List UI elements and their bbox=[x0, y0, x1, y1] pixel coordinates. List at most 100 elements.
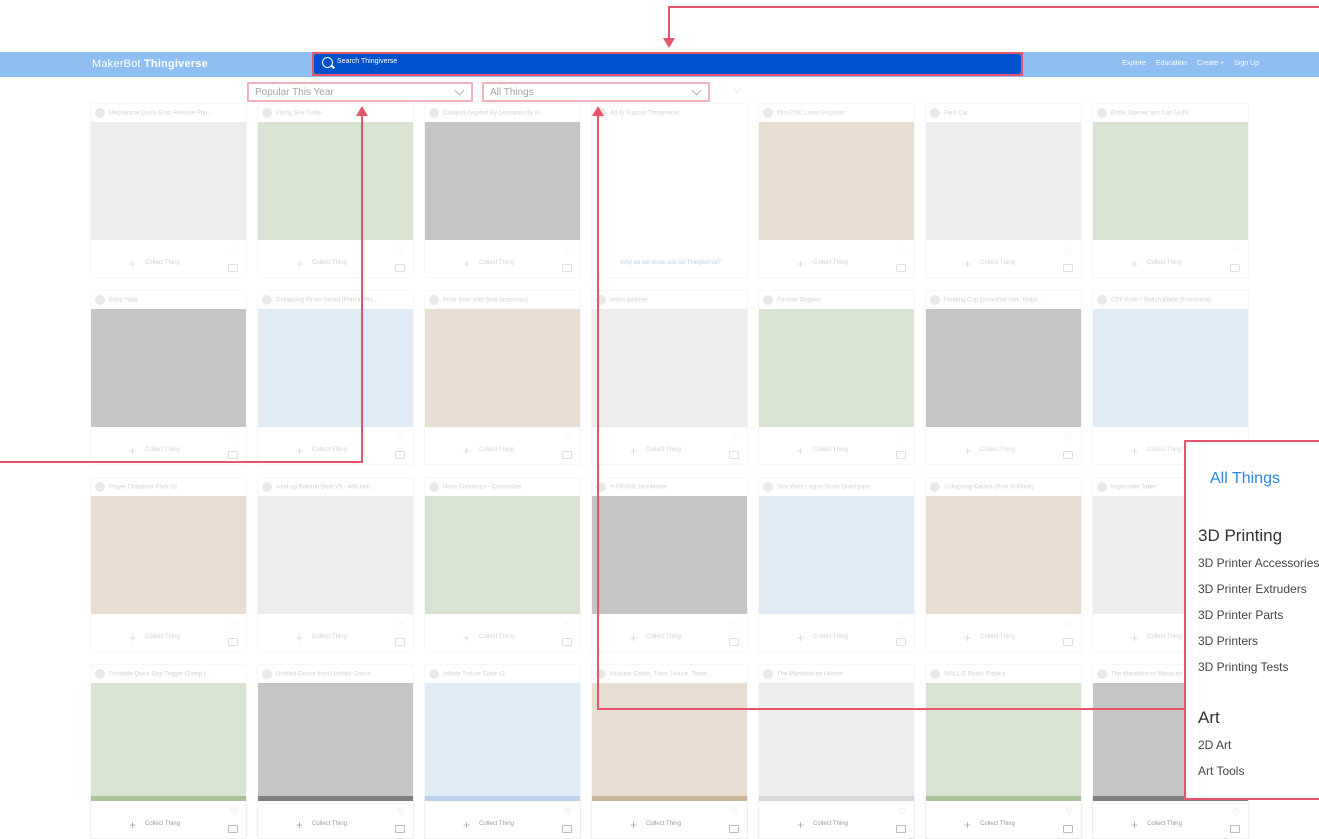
thing-thumbnail[interactable] bbox=[926, 309, 1081, 427]
card-header[interactable]: WALL-E Robot Replica bbox=[930, 669, 1077, 681]
card-header[interactable]: Catapult Inspired By Leonardo da Vi... bbox=[429, 108, 576, 120]
plus-icon[interactable]: + bbox=[1131, 257, 1138, 271]
plus-icon[interactable]: + bbox=[964, 631, 971, 645]
plus-icon[interactable]: + bbox=[797, 257, 804, 271]
thing-card[interactable]: Untitled Goose from Untitled Goose... + Co… bbox=[257, 664, 414, 839]
heart-icon[interactable]: ♡ bbox=[731, 433, 739, 444]
heart-icon[interactable]: ♡ bbox=[230, 246, 238, 257]
avatar[interactable] bbox=[429, 482, 439, 492]
thing-card[interactable]: Infinite Torture Cube v2 + Collect Thing ♡ bbox=[424, 664, 581, 839]
heart-icon[interactable]: ♡ bbox=[1232, 807, 1240, 818]
site-logo[interactable]: MakerBot Thingiverse bbox=[92, 58, 208, 70]
card-title[interactable]: Impossible Table bbox=[1111, 485, 1156, 491]
card-title[interactable]: OTF Knife / Switch Blade (Functional) bbox=[1111, 298, 1211, 304]
card-header[interactable]: Collapsing Pirate Sword (Print in Pla... bbox=[262, 295, 409, 307]
collect-button[interactable]: Collect Thing bbox=[1147, 447, 1182, 453]
avatar[interactable] bbox=[930, 108, 940, 118]
sort-dropdown[interactable]: Popular This Year bbox=[247, 82, 473, 102]
collect-button[interactable]: Collect Thing bbox=[813, 634, 848, 640]
comment-icon[interactable] bbox=[228, 451, 238, 459]
plus-icon[interactable]: + bbox=[129, 631, 136, 645]
comment-icon[interactable] bbox=[395, 825, 405, 833]
card-title[interactable]: Player Character Pack 02 bbox=[109, 485, 177, 491]
comment-icon[interactable] bbox=[562, 264, 572, 272]
plus-icon[interactable]: + bbox=[463, 444, 470, 458]
thing-card[interactable]: Collapsing Katana (Print in Place) + Colle… bbox=[925, 477, 1082, 652]
comment-icon[interactable] bbox=[729, 825, 739, 833]
heart-icon[interactable]: ♡ bbox=[564, 807, 572, 818]
menu-section-art[interactable]: Art bbox=[1198, 708, 1220, 728]
menu-section-3d-printing[interactable]: 3D Printing bbox=[1198, 526, 1282, 546]
card-header[interactable]: Star Wars Legion Scale Droid pack bbox=[763, 482, 910, 494]
thing-thumbnail[interactable] bbox=[926, 122, 1081, 240]
plus-icon[interactable]: + bbox=[296, 444, 303, 458]
collect-button[interactable]: Collect Thing bbox=[980, 447, 1015, 453]
thing-card[interactable]: Mini CNC Laser Engraver + Collect Thing ♡ bbox=[758, 103, 915, 278]
card-header[interactable]: Modular Castle, Town, House, Tower... bbox=[596, 669, 743, 681]
collect-button[interactable]: Collect Thing bbox=[813, 821, 848, 827]
heart-icon[interactable]: ♡ bbox=[1065, 620, 1073, 631]
card-title[interactable]: The Mandalorian Helmet bbox=[777, 672, 843, 678]
avatar[interactable] bbox=[429, 295, 439, 305]
thing-thumbnail[interactable] bbox=[926, 496, 1081, 614]
avatar[interactable] bbox=[95, 482, 105, 492]
card-header[interactable]: Flying Sea Turtle bbox=[262, 108, 409, 120]
thing-thumbnail[interactable] bbox=[91, 122, 246, 240]
comment-icon[interactable] bbox=[1230, 264, 1240, 272]
thing-thumbnail[interactable] bbox=[592, 309, 747, 427]
thing-thumbnail[interactable] bbox=[759, 683, 914, 801]
chevron-down-icon[interactable] bbox=[732, 84, 742, 94]
card-title[interactable]: Printable Quick Grip Trigger Clamp (... bbox=[109, 672, 211, 678]
collect-button[interactable]: Collect Thing bbox=[479, 821, 514, 827]
card-title[interactable]: Flexi Cat bbox=[944, 111, 968, 117]
thing-card[interactable]: Baby Yoda + Collect Thing ♡ bbox=[90, 290, 247, 465]
thing-card[interactable]: Printable Quick Grip Trigger Clamp (... +… bbox=[90, 664, 247, 839]
heart-icon[interactable]: ♡ bbox=[397, 807, 405, 818]
thing-thumbnail[interactable] bbox=[91, 496, 246, 614]
heart-icon[interactable]: ♡ bbox=[1065, 807, 1073, 818]
comment-icon[interactable] bbox=[1063, 825, 1073, 833]
avatar[interactable] bbox=[95, 669, 105, 679]
heart-icon[interactable]: ♡ bbox=[731, 807, 739, 818]
card-title[interactable]: Mechanical Quick Grab Release Pho... bbox=[109, 111, 212, 117]
comment-icon[interactable] bbox=[228, 264, 238, 272]
heart-icon[interactable]: ♡ bbox=[230, 433, 238, 444]
card-header[interactable]: Collapsing Katana (Print in Place) bbox=[930, 482, 1077, 494]
comment-icon[interactable] bbox=[562, 638, 572, 646]
comment-icon[interactable] bbox=[896, 825, 906, 833]
avatar[interactable] bbox=[262, 295, 272, 305]
avatar[interactable] bbox=[1097, 108, 1107, 118]
thing-card[interactable]: Collapsing Pirate Sword (Print in Pla...… bbox=[257, 290, 414, 465]
plus-icon[interactable]: + bbox=[463, 257, 470, 271]
collect-button[interactable]: Collect Thing bbox=[813, 447, 848, 453]
thing-card[interactable]: Flexi Cat + Collect Thing ♡ bbox=[925, 103, 1082, 278]
card-title[interactable]: Infinite Torture Cube v2 bbox=[443, 672, 505, 678]
card-header[interactable]: Polar Bear with Seal (automata) bbox=[429, 295, 576, 307]
card-title[interactable]: wind-up Bathtub Boat V5 - with beri... bbox=[276, 485, 375, 491]
heart-icon[interactable]: ♡ bbox=[230, 620, 238, 631]
heart-icon[interactable]: ♡ bbox=[230, 807, 238, 818]
thing-card[interactable]: Panther Origami + Collect Thing ♡ bbox=[758, 290, 915, 465]
category-dropdown[interactable]: All Things bbox=[482, 82, 710, 102]
heart-icon[interactable]: ♡ bbox=[731, 620, 739, 631]
heart-icon[interactable]: ♡ bbox=[1065, 246, 1073, 257]
plus-icon[interactable]: + bbox=[1131, 818, 1138, 832]
heart-icon[interactable]: ♡ bbox=[898, 433, 906, 444]
avatar[interactable] bbox=[930, 669, 940, 679]
plus-icon[interactable]: + bbox=[129, 257, 136, 271]
thing-thumbnail[interactable] bbox=[1093, 309, 1248, 427]
plus-icon[interactable]: + bbox=[964, 818, 971, 832]
collect-button[interactable]: Collect Thing bbox=[145, 447, 180, 453]
plus-icon[interactable]: + bbox=[1131, 631, 1138, 645]
thing-card[interactable]: Bottle Opener and Cap GUN! + Collect Thing… bbox=[1092, 103, 1249, 278]
card-title[interactable]: Flying Sea Turtle bbox=[276, 111, 321, 117]
collect-button[interactable]: Collect Thing bbox=[145, 634, 180, 640]
thing-thumbnail[interactable] bbox=[759, 122, 914, 240]
comment-icon[interactable] bbox=[896, 638, 906, 646]
thing-thumbnail[interactable] bbox=[1093, 122, 1248, 240]
comment-icon[interactable] bbox=[729, 451, 739, 459]
thing-thumbnail[interactable] bbox=[592, 683, 747, 801]
avatar[interactable] bbox=[429, 108, 439, 118]
heart-icon[interactable]: ♡ bbox=[397, 620, 405, 631]
plus-icon[interactable]: + bbox=[630, 444, 637, 458]
